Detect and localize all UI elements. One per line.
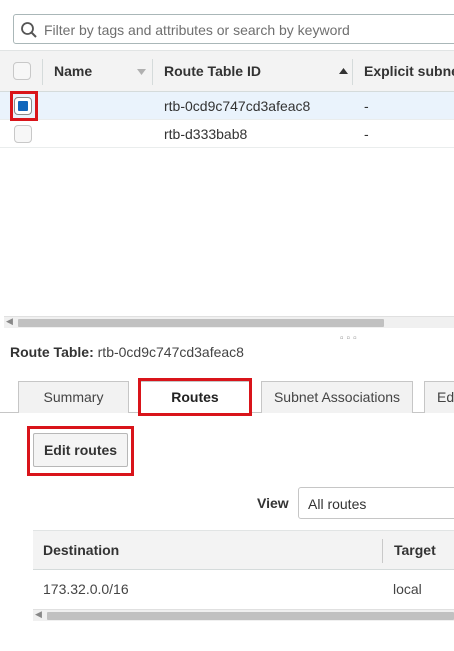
scroll-left-icon[interactable]: ◀ [35, 609, 42, 620]
route-table-label: Route Table: rtb-0cd9c747cd3afeac8 [10, 344, 244, 360]
column-divider [42, 59, 43, 85]
view-select[interactable]: All routes [298, 487, 454, 519]
search-icon [21, 22, 37, 38]
route-table-id: rtb-0cd9c747cd3afeac8 [164, 98, 311, 114]
route-table-label-key: Route Table: [10, 344, 94, 360]
table-row[interactable]: rtb-0cd9c747cd3afeac8 - [0, 92, 454, 120]
scrollbar-thumb[interactable] [18, 319, 384, 327]
column-explicit-subnet[interactable]: Explicit subne [364, 51, 454, 92]
tab-subnet-associations[interactable]: Subnet Associations [261, 381, 413, 413]
column-divider [352, 59, 353, 85]
edit-routes-button[interactable]: Edit routes [33, 433, 128, 467]
table-row[interactable]: 173.32.0.0/16 local [33, 571, 454, 607]
routes-table-header: Destination Target [33, 530, 454, 570]
explicit-subnet-value: - [364, 126, 369, 142]
scroll-left-icon[interactable]: ◀ [6, 316, 13, 327]
search-input[interactable]: Filter by tags and attributes or search … [13, 14, 454, 44]
sort-up-icon[interactable] [339, 67, 348, 75]
route-target: local [393, 581, 422, 597]
explicit-subnet-value: - [364, 98, 369, 114]
resize-handle[interactable]: ▫▫▫ [340, 333, 360, 344]
scrollbar-thumb[interactable] [47, 612, 454, 620]
tab-summary[interactable]: Summary [18, 381, 129, 413]
column-route-table-id[interactable]: Route Table ID [164, 51, 261, 92]
route-table-id: rtb-d333bab8 [164, 126, 248, 142]
route-tables-header: Name Route Table ID Explicit subne [0, 50, 454, 92]
view-select-value: All routes [308, 496, 367, 512]
route-table-label-value: rtb-0cd9c747cd3afeac8 [97, 344, 244, 360]
search-placeholder: Filter by tags and attributes or search … [44, 22, 350, 38]
column-name[interactable]: Name [54, 51, 92, 92]
column-divider [152, 59, 153, 85]
column-target[interactable]: Target [394, 531, 436, 570]
routes-horizontal-scrollbar[interactable]: ◀ [33, 609, 454, 621]
view-label: View [257, 495, 289, 511]
row-checkbox[interactable] [14, 97, 32, 115]
column-divider [382, 539, 383, 563]
sort-down-icon[interactable] [137, 68, 146, 76]
tab-routes[interactable]: Routes [140, 381, 250, 414]
column-destination[interactable]: Destination [43, 531, 119, 570]
table-row[interactable]: rtb-d333bab8 - [0, 120, 454, 148]
select-all-checkbox[interactable] [13, 62, 31, 80]
route-destination: 173.32.0.0/16 [43, 581, 129, 597]
horizontal-scrollbar[interactable]: ◀ [4, 316, 454, 328]
tab-edge-associations[interactable]: Ed [424, 381, 454, 413]
row-checkbox[interactable] [14, 125, 32, 143]
